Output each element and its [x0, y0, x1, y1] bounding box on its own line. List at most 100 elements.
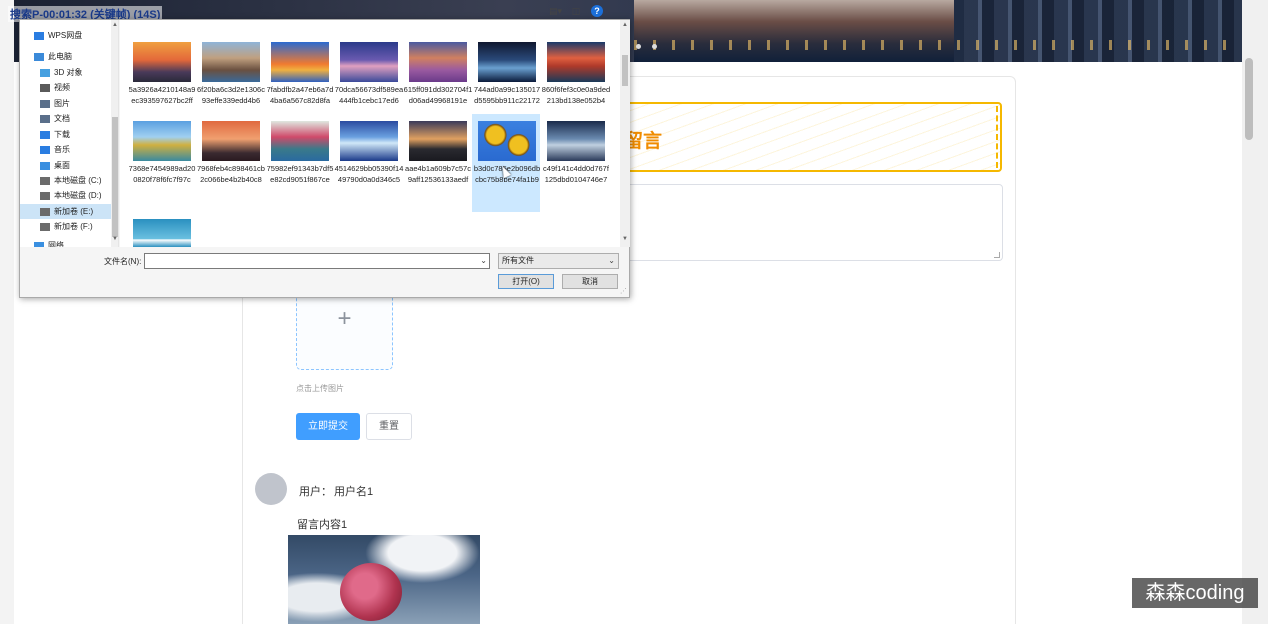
file-item[interactable]: aae4b1a609b7c57c9aff12536133aedf [403, 114, 471, 212]
file-item[interactable]: 4514629bb05390f1449790d0a0d346c5 [334, 114, 404, 212]
file-item[interactable]: b3d0c785e2b096dbcbc75b8be74fa1b9 [472, 114, 540, 212]
file-thumbnail [340, 121, 398, 161]
video-icon [40, 83, 50, 92]
nav-item-label: 新加卷 (F:) [54, 222, 93, 231]
file-name: aae4b1a609b7c57c9aff12536133aedf [405, 164, 471, 184]
file-thumbnail [340, 42, 398, 82]
filetype-select[interactable]: 所有文件 ⌄ [498, 253, 619, 269]
nav-item[interactable]: 音乐 [20, 142, 118, 157]
nav-item-label: 网络 [48, 241, 64, 247]
file-thumbnail [133, 42, 191, 82]
file-name: 615ff091dd302704f1d06ad49968191e [403, 85, 473, 105]
scroll-up-icon[interactable]: ▲ [620, 22, 630, 28]
nav-item-label: 本地磁盘 (D:) [54, 191, 102, 200]
scroll-thumb[interactable] [112, 117, 118, 237]
submit-button[interactable]: 立即提交 [296, 413, 360, 440]
file-thumbnail [409, 121, 467, 161]
file-thumbnail [409, 42, 467, 82]
nav-item[interactable]: 图片 [20, 96, 118, 111]
cube-icon [40, 68, 50, 77]
computer-icon [34, 52, 44, 61]
nav-item-label: 视频 [54, 83, 70, 92]
nav-item-label: 此电脑 [48, 52, 72, 61]
nav-item-label: WPS网盘 [48, 31, 83, 40]
nav-item[interactable]: 本地磁盘 (C:) [20, 173, 118, 188]
cancel-button[interactable]: 取消 [562, 274, 618, 289]
nav-item[interactable]: 新加卷 (E:) [20, 204, 118, 219]
file-name: 5a3926a4210148a9ec393597627bc2ff [128, 85, 196, 105]
cloud-icon [34, 31, 44, 40]
filename-input[interactable]: ⌄ [144, 253, 490, 269]
file-thumbnail [133, 219, 191, 247]
nav-item[interactable]: 新加卷 (F:) [20, 219, 118, 234]
file-thumbnail [202, 42, 260, 82]
file-name: 4514629bb05390f1449790d0a0d346c5 [334, 164, 404, 184]
nav-item-label: 图片 [54, 99, 70, 108]
file-name: 744ad0a99c135017d5595bb911c22172 [473, 85, 541, 105]
watermark: 森森coding [1132, 578, 1258, 608]
network-icon [34, 241, 44, 247]
download-icon [40, 130, 50, 139]
user-label: 用户： [299, 486, 332, 498]
scroll-thumb[interactable] [622, 55, 628, 86]
picture-icon [40, 99, 50, 108]
file-name: 70dca56673df589ea444fb1cebc17ed6 [334, 85, 404, 105]
nav-item[interactable]: 此电脑 [20, 49, 118, 64]
view-menu-icon[interactable]: ▤▾ [549, 6, 562, 16]
scroll-up-icon[interactable]: ▲ [111, 22, 118, 28]
nav-item[interactable]: 下载 [20, 127, 118, 142]
chevron-down-icon: ⌄ [608, 256, 615, 265]
nav-item[interactable]: 桌面 [20, 158, 118, 173]
file-item[interactable]: 7368e7454989ad200820f78f6fc7f97c [127, 114, 195, 212]
file-name: c49f141c4dd0d767f125dbd0104746e7 [543, 164, 609, 184]
page-scrollbar-thumb[interactable] [1245, 58, 1253, 140]
drive-icon [40, 207, 50, 216]
file-item[interactable]: 75982ef91343b7df5e82cd9051f867ce [265, 114, 333, 212]
resize-grip-icon[interactable]: ⋰ [620, 287, 627, 295]
nav-item[interactable]: WPS网盘 [20, 28, 118, 43]
scroll-down-icon[interactable]: ▼ [620, 236, 630, 242]
file-thumbnail [271, 121, 329, 161]
open-button[interactable]: 打开(O) [498, 274, 554, 289]
file-item[interactable]: c49f141c4dd0d767f125dbd0104746e7 [541, 114, 609, 212]
drive-icon [40, 176, 50, 185]
nav-item-label: 3D 对象 [54, 68, 83, 77]
avatar [255, 473, 287, 505]
file-thumbnail [547, 42, 605, 82]
file-thumbnail [547, 121, 605, 161]
file-item[interactable]: 7968feb4c898461cb2c066be4b2b40c8 [196, 114, 265, 212]
upload-hint: 点击上传图片 [296, 384, 344, 393]
file-name: 7fabdfb2a47eb6a7d4ba6a567c82d8fa [266, 85, 334, 105]
file-thumbnail [133, 121, 191, 161]
file-list-scrollbar[interactable]: ▲ ▼ [620, 20, 630, 247]
file-name: 7368e7454989ad200820f78f6fc7f97c [128, 164, 196, 184]
drive-icon [40, 191, 50, 200]
nav-item[interactable]: 视频 [20, 80, 118, 95]
user-name: 用户名1 [334, 486, 374, 498]
scroll-down-icon[interactable]: ▼ [111, 236, 118, 242]
nav-item[interactable]: 本地磁盘 (D:) [20, 188, 118, 203]
nav-item[interactable]: 网络 [20, 238, 118, 247]
nav-scrollbar[interactable]: ▲ ▼ [111, 20, 118, 247]
file-name: 7968feb4c898461cb2c066be4b2b40c8 [197, 164, 265, 184]
nav-item[interactable]: 3D 对象 [20, 65, 118, 80]
comment-user: 用户： 用户名1 [297, 483, 373, 499]
reset-button[interactable]: 重置 [366, 413, 412, 440]
help-icon[interactable]: ? [591, 5, 603, 17]
resize-handle-icon[interactable] [994, 252, 1000, 258]
file-name: 6f20ba6c3d2e1306c93effe339edd4b6 [197, 85, 265, 105]
file-open-dialog: WPS网盘此电脑 3D 对象视频图片文档下载音乐 桌面 本地磁盘 (C:) 本地磁盘 (… [19, 19, 630, 298]
file-thumbnail [271, 42, 329, 82]
file-thumbnail [478, 42, 536, 82]
chevron-down-icon[interactable]: ⌄ [480, 256, 487, 265]
file-name: 860f6fef3c0e0a9ded213bd138e052b4 [541, 85, 611, 105]
filetype-value: 所有文件 [502, 256, 534, 265]
nav-item-label: 下载 [54, 130, 70, 139]
file-item[interactable] [127, 212, 195, 247]
file-list: 5a3926a4210148a9ec393597627bc2ff 6f20ba6c… [120, 20, 620, 247]
filename-label: 文件名(N): [104, 257, 142, 266]
nav-item[interactable]: 文档 [20, 111, 118, 126]
file-thumbnail [478, 121, 536, 161]
comment-content: 留言内容1 [297, 519, 348, 531]
preview-pane-icon[interactable]: ◫ [570, 6, 582, 16]
